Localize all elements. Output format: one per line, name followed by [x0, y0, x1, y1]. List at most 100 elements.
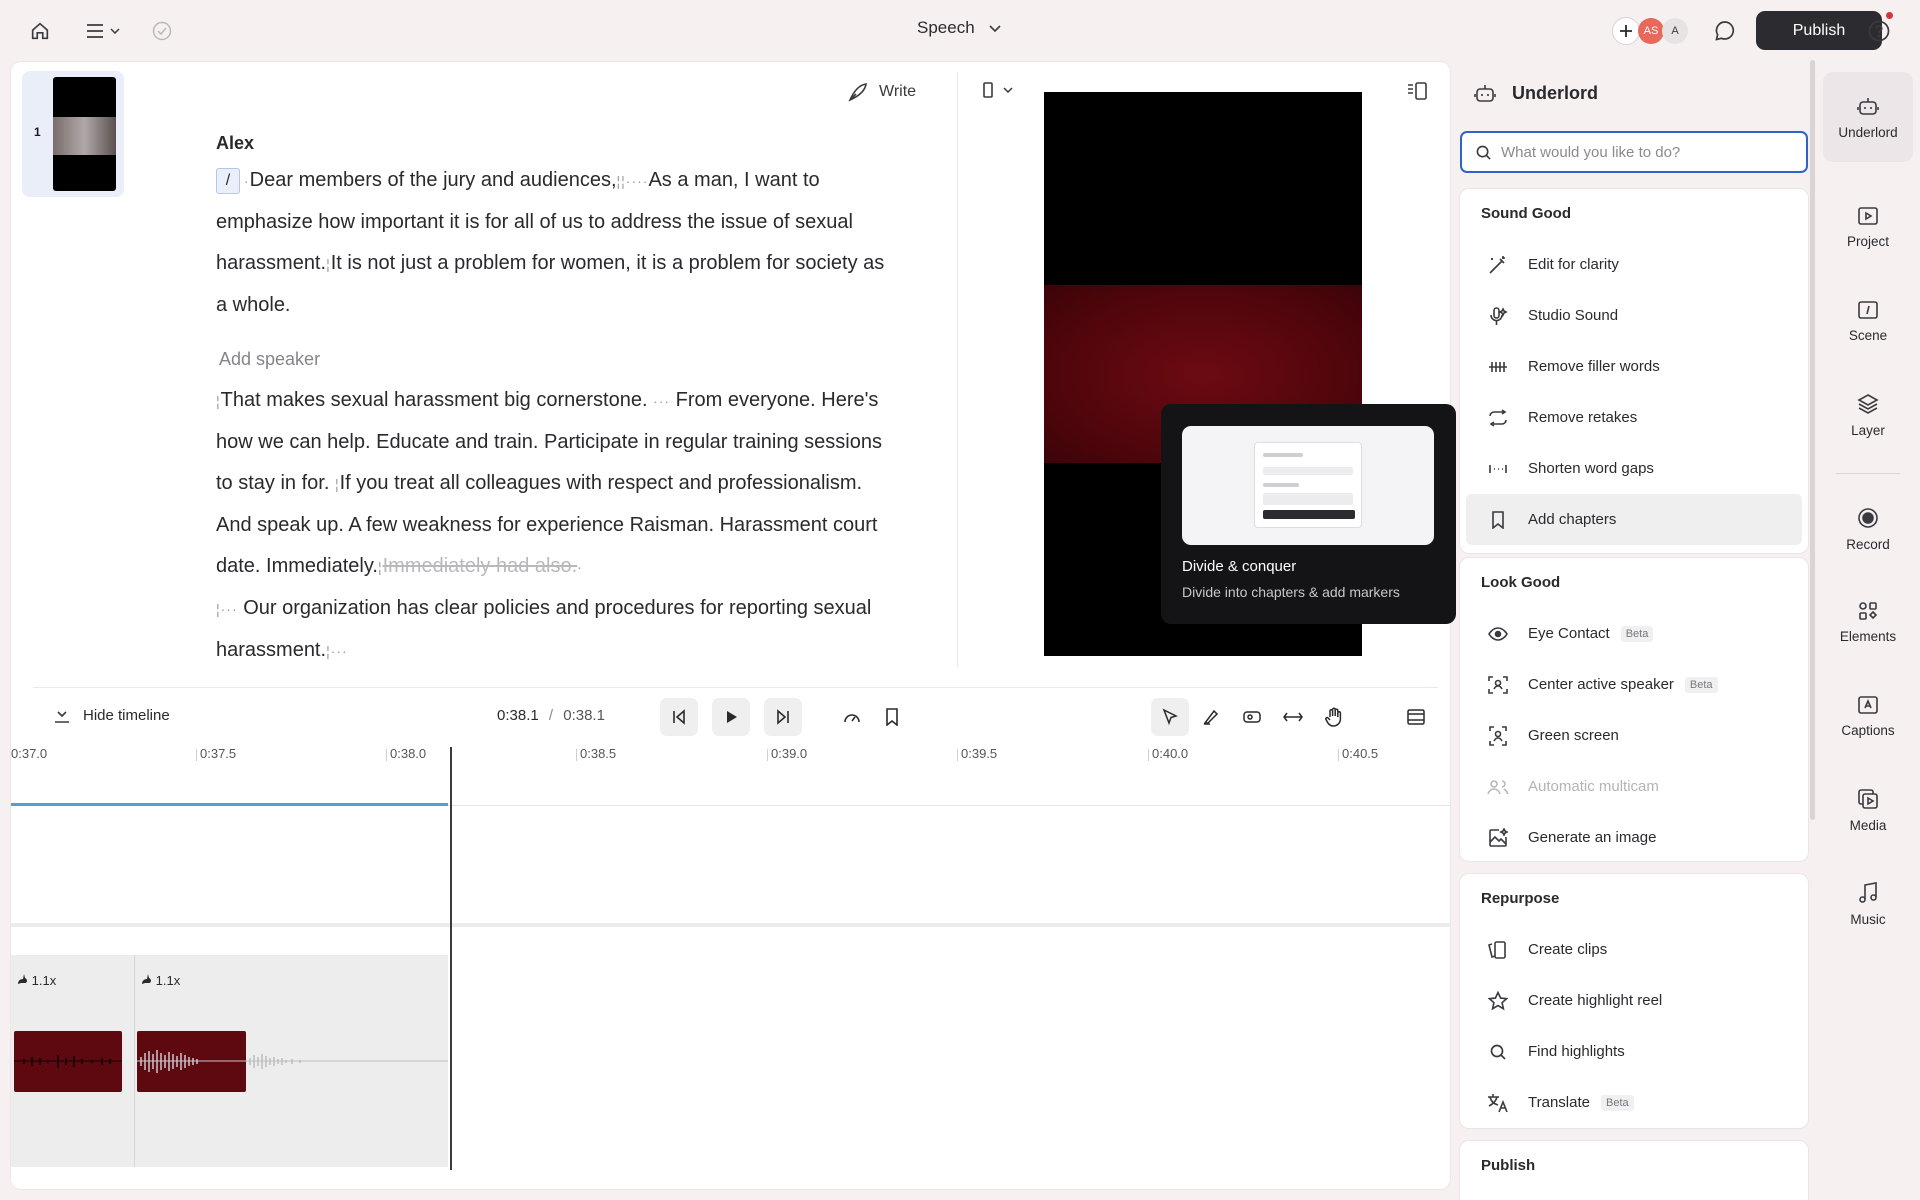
speaker-name[interactable]: Alex: [216, 132, 896, 154]
add-collaborator-button[interactable]: [1612, 17, 1640, 45]
underlord-title: Underlord: [1512, 82, 1599, 103]
project-title[interactable]: Speech: [917, 18, 1001, 38]
panel-toggle-icon[interactable]: [1407, 82, 1427, 105]
eye-contact-button[interactable]: Eye Contact Beta: [1466, 608, 1802, 659]
play-button[interactable]: [712, 698, 750, 736]
blade-tool-button[interactable]: [1192, 698, 1230, 736]
search-input[interactable]: What would you like to do?: [1501, 144, 1680, 161]
create-clips-button[interactable]: Create clips: [1466, 924, 1802, 975]
skip-back-button[interactable]: [660, 698, 698, 736]
green-screen-button[interactable]: Green screen: [1466, 710, 1802, 761]
add-speaker-button[interactable]: Add speaker: [219, 348, 896, 370]
studio-sound-button[interactable]: Studio Sound: [1466, 290, 1802, 341]
item-label: Generate an image: [1528, 829, 1657, 846]
automatic-multicam-button[interactable]: Automatic multicam: [1466, 761, 1802, 812]
rail-item-elements[interactable]: Elements: [1823, 601, 1913, 644]
hide-timeline-button[interactable]: Hide timeline: [53, 707, 170, 724]
create-highlight-reel-button[interactable]: Create highlight reel: [1466, 975, 1802, 1026]
underlord-scrollbar[interactable]: [1810, 60, 1815, 820]
playhead[interactable]: [450, 747, 452, 1170]
translate-button[interactable]: Translate Beta: [1466, 1077, 1802, 1128]
speed-button[interactable]: [833, 698, 871, 736]
speed-label: 1.1x: [31, 973, 57, 988]
rail-item-layer[interactable]: Layer: [1823, 393, 1913, 438]
rail-item-underlord[interactable]: Underlord: [1823, 72, 1913, 162]
publish-button[interactable]: Publish: [1756, 11, 1882, 50]
rail-item-captions[interactable]: Captions: [1823, 695, 1913, 738]
shorten-word-gaps-button[interactable]: Shorten word gaps: [1466, 443, 1802, 494]
find-highlights-button[interactable]: Find highlights: [1466, 1026, 1802, 1077]
item-label: Remove retakes: [1528, 409, 1638, 426]
remove-retakes-button[interactable]: Remove retakes: [1466, 392, 1802, 443]
scene-thumbnail[interactable]: 1: [22, 71, 124, 197]
write-button[interactable]: Write: [847, 81, 916, 103]
select-tool-button[interactable]: [1151, 698, 1189, 736]
clip-divider: [134, 955, 135, 1167]
underlord-search[interactable]: What would you like to do?: [1460, 131, 1808, 173]
skip-forward-button[interactable]: [764, 698, 802, 736]
scene-thumbnail-image: [53, 77, 116, 191]
trim-tool-button[interactable]: [1233, 698, 1271, 736]
home-icon[interactable]: [28, 19, 52, 43]
add-chapters-button[interactable]: Add chapters: [1466, 494, 1802, 545]
transcript[interactable]: Alex / ·Dear members of the jury and audi…: [216, 132, 896, 672]
item-label: Create highlight reel: [1528, 992, 1663, 1009]
item-label: Automatic multicam: [1528, 778, 1659, 795]
filler-words-icon: [1487, 360, 1509, 374]
robot-icon: [1857, 97, 1879, 115]
blade-icon: [1203, 709, 1219, 725]
rail-label: Music: [1850, 912, 1886, 927]
menu-button[interactable]: [82, 19, 124, 43]
transcript-paragraph[interactable]: / ·Dear members of the jury and audiences…: [216, 160, 896, 326]
remove-filler-words-button[interactable]: Remove filler words: [1466, 341, 1802, 392]
stretch-tool-button[interactable]: [1274, 698, 1312, 736]
add-marker-button[interactable]: [873, 698, 911, 736]
word-gap-marker[interactable]: ···: [653, 393, 670, 409]
word-gap-marker[interactable]: ¦···: [216, 601, 238, 617]
playback-progress: [11, 803, 448, 806]
bookmark-icon: [886, 708, 898, 726]
rail-item-scene[interactable]: Scene: [1823, 300, 1913, 343]
comments-icon[interactable]: [1712, 18, 1738, 44]
center-active-speaker-button[interactable]: Center active speaker Beta: [1466, 659, 1802, 710]
rail-item-media[interactable]: Media: [1823, 788, 1913, 833]
aspect-ratio-selector[interactable]: [983, 82, 1013, 98]
waveform: [137, 1050, 246, 1073]
rail-label: Scene: [1848, 328, 1888, 343]
deleted-sentence[interactable]: Immediately had also.: [383, 555, 578, 577]
audio-clip[interactable]: [137, 1031, 246, 1092]
item-label: Eye Contact: [1528, 625, 1610, 642]
music-icon: [1859, 882, 1877, 903]
generate-image-button[interactable]: Generate an image: [1466, 812, 1802, 861]
transcript-sentence[interactable]: Our organization has clear policies and …: [216, 597, 871, 661]
section-title: Publish: [1481, 1157, 1536, 1174]
scene-icon: [1858, 301, 1878, 319]
edit-for-clarity-button[interactable]: Edit for clarity: [1466, 239, 1802, 290]
search-icon: [1476, 145, 1491, 160]
word-gap-marker[interactable]: ¦¦····: [617, 173, 649, 189]
item-label: Shorten word gaps: [1528, 460, 1654, 477]
rail-item-record[interactable]: Record: [1823, 507, 1913, 552]
help-icon[interactable]: [1866, 12, 1893, 44]
rail-item-project[interactable]: Project: [1823, 206, 1913, 249]
collapse-timeline-icon: [55, 710, 69, 723]
transcript-paragraph[interactable]: ¦That makes sexual harassment big corner…: [216, 380, 896, 672]
speed-badge[interactable]: 1.1x: [16, 973, 56, 988]
media-icon: [1858, 789, 1878, 809]
beta-badge: Beta: [1600, 1094, 1634, 1111]
timeline-ruler[interactable]: 0:37.0 0:37.5 0:38.0 0:38.5 0:39.0 0:39.…: [11, 742, 1450, 782]
timeline-view-button[interactable]: [1397, 698, 1435, 736]
item-label: Find highlights: [1528, 1043, 1625, 1060]
audio-clip[interactable]: [14, 1031, 122, 1092]
word-gap-marker[interactable]: ¦···: [326, 643, 348, 659]
rail-item-music[interactable]: Music: [1823, 882, 1913, 927]
transcript-sentence[interactable]: Dear members of the jury and audiences,: [250, 169, 617, 191]
transcript-sentence[interactable]: That makes sexual harassment big corners…: [221, 389, 648, 411]
speed-badge[interactable]: 1.1x: [140, 973, 180, 988]
word-gap-marker[interactable]: ·: [577, 559, 583, 575]
slash-command-token[interactable]: /: [216, 167, 240, 194]
avatar[interactable]: AS: [1638, 18, 1664, 44]
avatar[interactable]: A: [1662, 18, 1688, 44]
audio-track[interactable]: 1.1x 1.1x: [11, 955, 448, 1167]
hand-tool-button[interactable]: [1315, 698, 1353, 736]
